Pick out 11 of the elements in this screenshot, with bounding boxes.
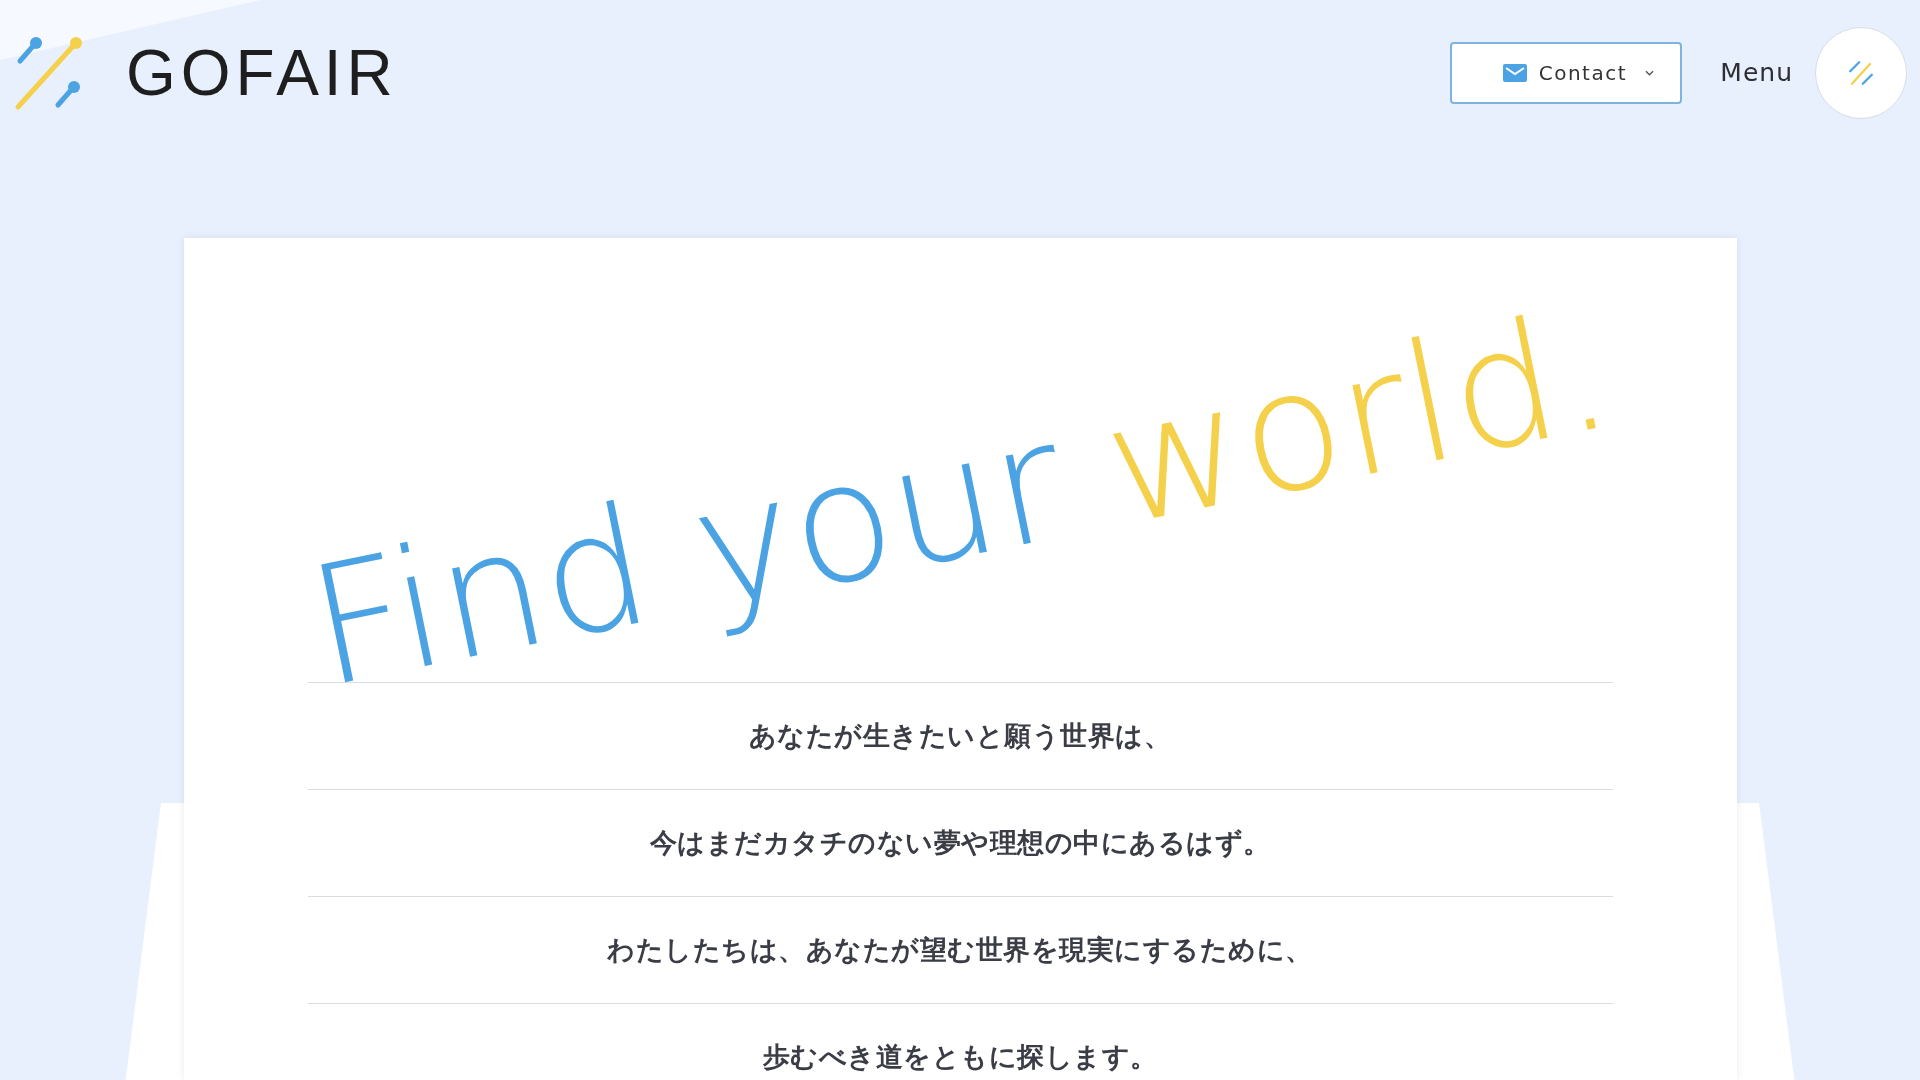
tagline-text: 歩むべき道をともに探します。 (762, 1040, 1158, 1074)
headline-text: Find your (297, 398, 1077, 712)
caret-icon (1645, 69, 1654, 76)
mail-icon (1502, 63, 1527, 82)
logo-wordmark[interactable]: GOFAIR (126, 40, 398, 105)
menu-label[interactable]: Menu (1720, 58, 1793, 87)
tagline-text: わたしたちは、あなたが望む世界を現実にするために、 (607, 933, 1313, 967)
tagline-text: あなたが生きたいと願う世界は、 (748, 719, 1172, 753)
tagline-text: 今はまだカタチのない夢や理想の中にあるはず。 (649, 826, 1271, 860)
headline-text: world. (1092, 287, 1623, 550)
contact-button[interactable]: Contact (1450, 41, 1683, 104)
